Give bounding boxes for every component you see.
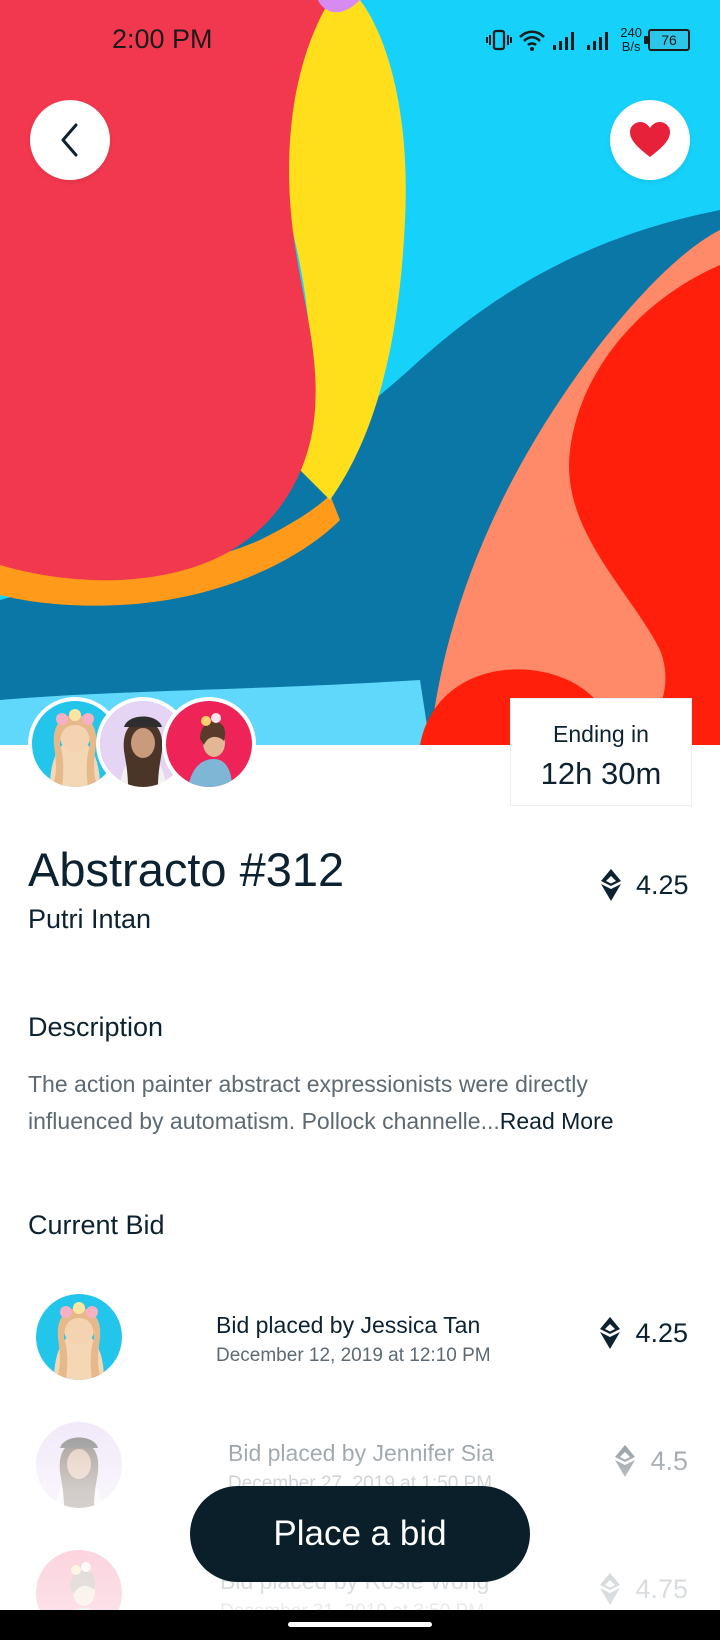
bid-row[interactable]: Bid placed by Jessica Tan December 12, 2… — [0, 1294, 720, 1394]
ethereum-icon — [601, 869, 621, 901]
back-button[interactable] — [30, 100, 110, 180]
vibrate-icon — [486, 29, 513, 51]
bid-amount: 4.25 — [599, 1316, 688, 1350]
signal-icon — [553, 32, 575, 50]
bid-amount-value: 4.5 — [650, 1445, 688, 1476]
avatar — [36, 1294, 122, 1380]
network-speed-value: 240 — [620, 25, 642, 40]
read-more-link[interactable]: Read More — [500, 1108, 614, 1134]
bid-amount-value: 4.25 — [635, 1317, 688, 1348]
bid-amount: 4.5 — [614, 1444, 688, 1478]
ending-label: Ending in — [553, 721, 649, 747]
status-time: 2:00 PM — [112, 24, 213, 54]
price-value: 4.25 — [636, 869, 689, 900]
bid-name: Bid placed by Jessica Tan — [216, 1312, 481, 1338]
system-icons: 240 B/s 76 — [486, 22, 690, 58]
bid-info: Bid placed by Jessica Tan December 12, 2… — [216, 1312, 491, 1367]
ending-value: 12h 30m — [540, 756, 662, 791]
current-bid-heading: Current Bid — [28, 1210, 165, 1240]
bid-amount: 4.75 — [599, 1572, 688, 1606]
wifi-icon — [519, 30, 546, 51]
battery-icon: 76 — [644, 29, 690, 51]
ethereum-icon — [615, 1445, 636, 1477]
auction-timer: Ending in 12h 30m — [510, 698, 692, 806]
bid-amount-value: 4.75 — [635, 1573, 688, 1604]
navigation-bar — [0, 1610, 720, 1640]
artist-name[interactable]: Putri Intan — [28, 904, 151, 935]
home-gesture-handle[interactable] — [288, 1622, 432, 1627]
description-heading: Description — [28, 1012, 164, 1042]
bid-name: Bid placed by Jennifer Sia — [228, 1440, 494, 1466]
bid-date: December 12, 2019 at 12:10 PM — [216, 1345, 491, 1366]
status-bar: 2:00 PM 240 B/s 76 — [0, 0, 720, 80]
place-bid-button[interactable]: Place a bid — [190, 1486, 530, 1582]
artwork-title: Abstracto #312 — [28, 843, 345, 896]
like-button[interactable] — [610, 100, 690, 180]
avatar[interactable] — [162, 697, 256, 791]
heart-icon — [630, 122, 670, 157]
avatar — [36, 1422, 122, 1508]
network-speed-unit: B/s — [621, 39, 641, 54]
artwork-price: 4.25 — [600, 868, 689, 902]
description-text: The action painter abstract expressionis… — [28, 1066, 678, 1140]
network-speed: 240 B/s — [620, 26, 642, 54]
chevron-left-icon — [61, 123, 78, 157]
artwork-image — [0, 0, 720, 745]
ethereum-icon — [600, 1317, 621, 1349]
signal-icon-2 — [587, 32, 609, 50]
ethereum-icon — [600, 1573, 621, 1605]
